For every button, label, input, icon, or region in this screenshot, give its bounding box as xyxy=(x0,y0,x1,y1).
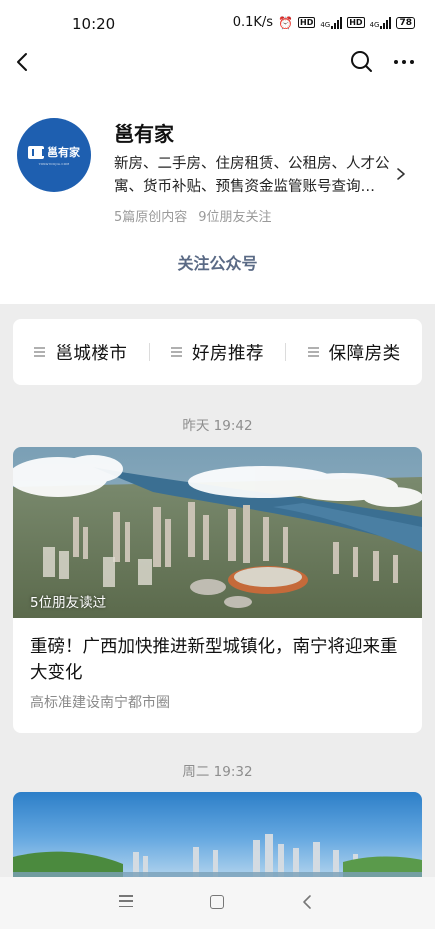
article-title[interactable]: 重磅！广西加快推进新型城镇化，南宁将迎来重大变化 xyxy=(30,634,410,686)
menu-item-label: 好房推荐 xyxy=(192,343,264,364)
avatar-logo-subtext: YONGYOUJIA.COM xyxy=(38,162,70,166)
menu-item-market[interactable]: 邕城楼市 xyxy=(13,319,149,385)
feed-timestamp: 昨天 19:42 xyxy=(182,418,253,434)
account-profile: 邕有家 YONGYOUJIA.COM 邕有家 新房、二手房、住房租赁、公租房、人… xyxy=(0,78,435,304)
hd-badge: HD xyxy=(298,17,316,28)
account-menu: 邕城楼市 好房推荐 保障房类 xyxy=(13,319,422,385)
article-cover-image-2 xyxy=(13,792,422,882)
status-time: 10:20 xyxy=(72,15,116,33)
home-icon[interactable] xyxy=(210,895,224,909)
feed-timestamp-2: 周二 19:32 xyxy=(182,764,253,780)
list-icon xyxy=(34,347,46,357)
back-icon[interactable] xyxy=(300,893,314,911)
list-icon xyxy=(171,347,182,357)
chevron-right-icon[interactable] xyxy=(394,166,408,182)
battery-indicator: 78 xyxy=(396,16,415,29)
hd-badge-2: HD xyxy=(347,17,365,28)
signal-icon-2: 4G xyxy=(370,16,392,29)
more-icon[interactable] xyxy=(390,48,418,76)
network-speed: 0.1K/s xyxy=(232,15,274,30)
account-description[interactable]: 新房、二手房、住房租赁、公租房、人才公寓、货币补贴、预售资金监管账号查询… xyxy=(114,153,394,199)
original-count: 5篇原创内容 xyxy=(114,210,188,225)
system-nav-bar xyxy=(0,877,435,929)
status-indicators: 0.1K/s ⏰ HD 4G HD 4G 78 xyxy=(233,15,415,30)
article-card[interactable]: 5位朋友读过 重磅！广西加快推进新型城镇化，南宁将迎来重大变化 高标准建设南宁都… xyxy=(13,447,422,733)
menu-item-recommend[interactable]: 好房推荐 xyxy=(150,319,286,385)
alarm-icon: ⏰ xyxy=(278,15,293,30)
menu-item-label: 邕城楼市 xyxy=(55,343,128,364)
nav-bar xyxy=(0,46,435,78)
account-name: 邕有家 xyxy=(114,122,174,146)
follow-button[interactable]: 关注公众号 xyxy=(0,250,435,274)
status-bar: 10:20 0.1K/s ⏰ HD 4G HD 4G 78 xyxy=(0,0,435,46)
article-card-2[interactable] xyxy=(13,792,422,882)
menu-item-affordable-housing[interactable]: 保障房类 xyxy=(286,319,422,385)
chevron-left-icon[interactable] xyxy=(10,48,38,76)
menu-item-label: 保障房类 xyxy=(328,343,401,364)
menu-icon[interactable] xyxy=(119,895,133,907)
account-stats: 5篇原创内容 9位朋友关注 xyxy=(114,206,272,225)
search-icon[interactable] xyxy=(348,48,376,76)
list-icon xyxy=(307,347,319,357)
article-subtitle: 高标准建设南宁都市圈 xyxy=(30,695,170,711)
logo-mark-icon xyxy=(28,145,44,159)
friends-follow-count[interactable]: 9位朋友关注 xyxy=(198,206,271,225)
avatar[interactable]: 邕有家 YONGYOUJIA.COM xyxy=(17,118,91,192)
friends-read-count: 5位朋友读过 xyxy=(30,595,107,611)
signal-icon: 4G xyxy=(320,16,343,29)
avatar-logo-text: 邕有家 xyxy=(47,146,80,159)
